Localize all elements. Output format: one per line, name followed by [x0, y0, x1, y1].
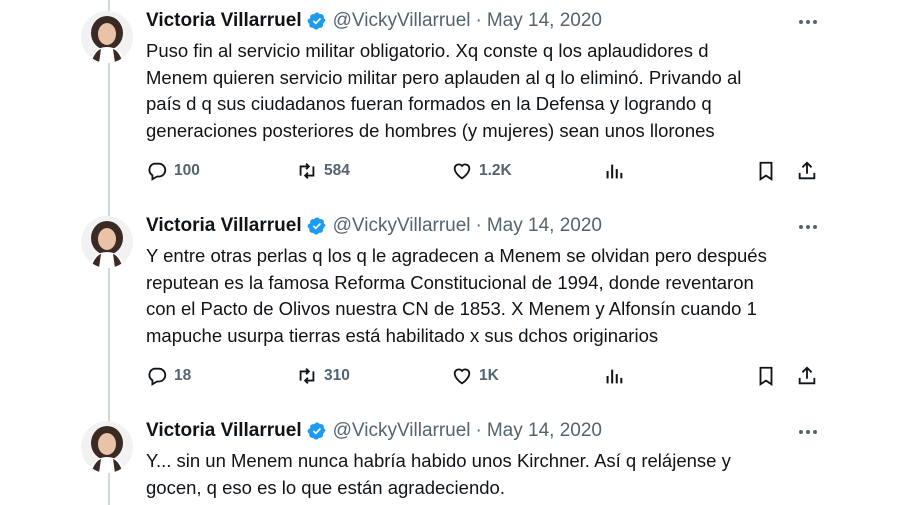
- bookmark-icon: [759, 366, 773, 386]
- tweet-text: Puso fin al servicio militar obligatorio…: [146, 40, 742, 141]
- separator-dot: ·: [475, 420, 482, 441]
- author-name[interactable]: Victoria Villarruel: [146, 10, 302, 32]
- share-icon: [798, 161, 816, 180]
- reply-button[interactable]: 100: [146, 158, 200, 184]
- action-bar: 100 584 1.2K: [146, 158, 826, 184]
- repost-count: 310: [324, 367, 350, 384]
- author-handle[interactable]: @VickyVillarruel: [333, 215, 471, 237]
- action-bar: 18 310 1K: [146, 363, 826, 389]
- share-button[interactable]: [796, 363, 824, 389]
- author-name[interactable]: Victoria Villarruel: [146, 215, 302, 237]
- like-count: 1K: [479, 367, 499, 384]
- more-options-icon[interactable]: [796, 217, 820, 237]
- verified-badge-icon: [307, 216, 327, 236]
- more-options-icon[interactable]: [796, 12, 820, 32]
- reply-button[interactable]: 18: [146, 363, 191, 389]
- avatar[interactable]: [81, 421, 133, 473]
- like-icon: [453, 163, 471, 180]
- reply-icon: [148, 162, 167, 181]
- like-count: 1.2K: [479, 162, 512, 179]
- repost-icon: [299, 163, 315, 179]
- views-button[interactable]: [603, 158, 631, 184]
- repost-button[interactable]: 310: [296, 363, 350, 389]
- author-handle[interactable]: @VickyVillarruel: [333, 10, 471, 32]
- repost-button[interactable]: 584: [296, 158, 350, 184]
- author-handle[interactable]: @VickyVillarruel: [333, 420, 471, 442]
- avatar[interactable]: [81, 216, 133, 268]
- repost-count: 584: [324, 162, 350, 179]
- author-name[interactable]: Victoria Villarruel: [146, 420, 302, 442]
- separator-dot: ·: [475, 215, 482, 236]
- tweet-date[interactable]: May 14, 2020: [487, 420, 602, 442]
- repost-icon: [299, 368, 315, 384]
- tweet-text: Y... sin un Menem nunca habría habido un…: [146, 450, 731, 498]
- tweet-date[interactable]: May 14, 2020: [487, 215, 602, 237]
- bookmark-icon: [759, 161, 773, 181]
- bookmark-button[interactable]: [755, 363, 783, 389]
- reply-count: 100: [174, 162, 200, 179]
- views-icon: [606, 369, 623, 384]
- separator-dot: ·: [475, 10, 482, 31]
- like-icon: [453, 368, 471, 385]
- avatar[interactable]: [81, 11, 133, 63]
- like-button[interactable]: 1.2K: [451, 158, 512, 184]
- verified-badge-icon: [307, 11, 327, 31]
- share-button[interactable]: [796, 158, 824, 184]
- views-icon: [606, 164, 623, 179]
- share-icon: [798, 366, 816, 385]
- more-options-icon[interactable]: [796, 422, 820, 442]
- tweet-text: Y entre otras perlas q los q le agradece…: [146, 245, 767, 346]
- verified-badge-icon: [307, 421, 327, 441]
- like-button[interactable]: 1K: [451, 363, 499, 389]
- tweet-date[interactable]: May 14, 2020: [487, 10, 602, 32]
- bookmark-button[interactable]: [755, 158, 783, 184]
- views-button[interactable]: [603, 363, 631, 389]
- reply-count: 18: [174, 367, 192, 384]
- reply-icon: [148, 367, 167, 386]
